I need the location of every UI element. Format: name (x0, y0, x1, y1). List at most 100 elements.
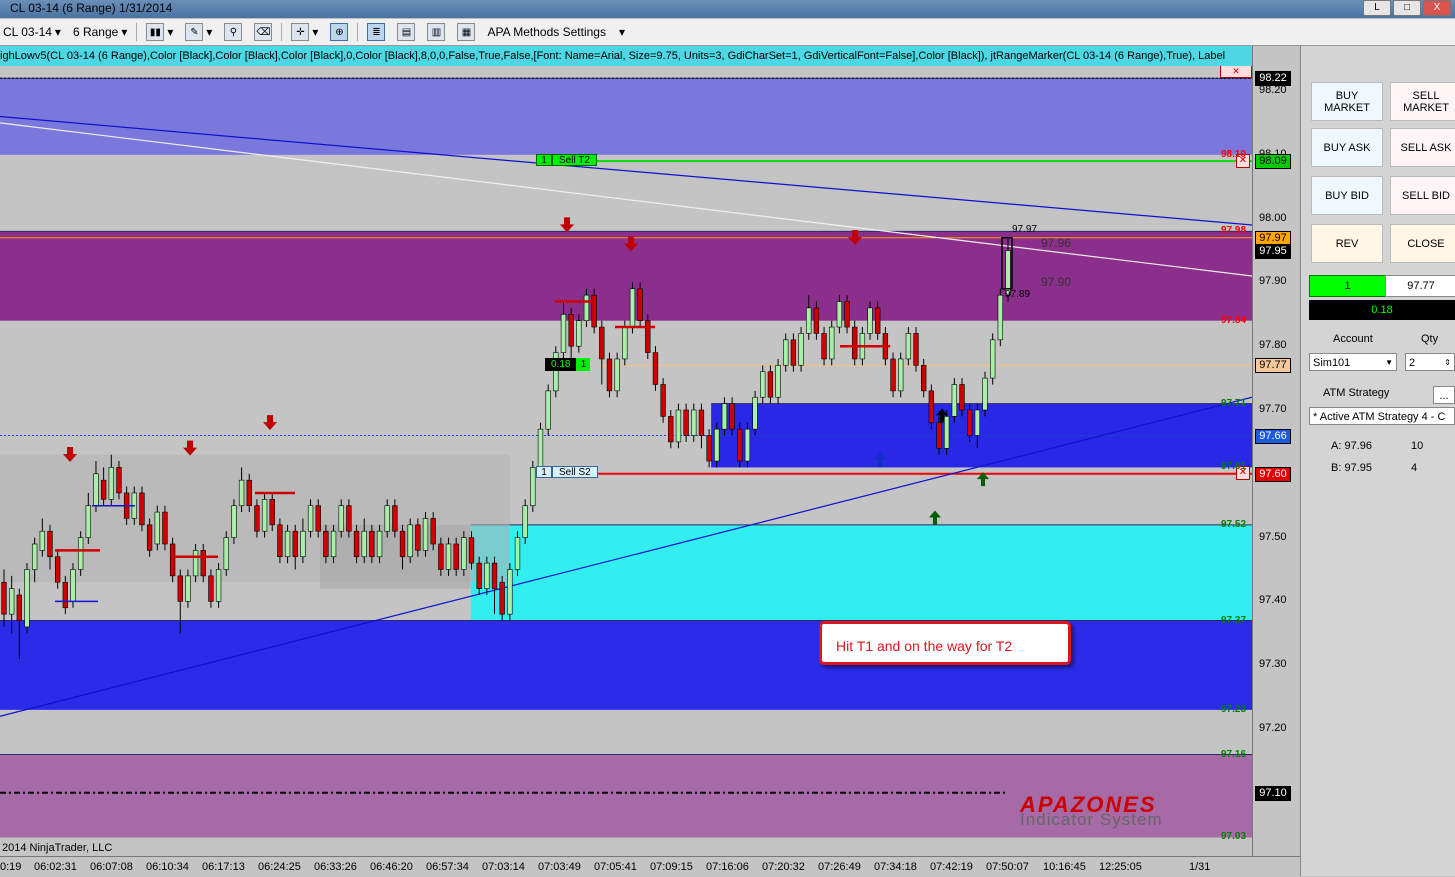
candle-body (499, 581, 505, 615)
candle-body (215, 569, 222, 602)
maximize-button[interactable]: □ (1393, 0, 1421, 16)
x-tick-label: 06:24:25 (258, 861, 301, 873)
candle-body (875, 307, 881, 334)
price-axis-tag: 97.60 (1255, 466, 1291, 482)
candle-body (139, 492, 145, 526)
candle-body (292, 530, 298, 558)
toolbar-divider (281, 23, 283, 41)
account-value: Sim101 (1313, 357, 1351, 369)
candle-body (438, 543, 444, 570)
pin-button[interactable]: ⚲ (221, 23, 245, 41)
chevron-down-icon: ▾ (121, 25, 128, 39)
candle-body (353, 530, 360, 558)
candle-body (361, 530, 367, 558)
zone-price-label: 97.71 (1221, 397, 1247, 409)
buy-ask-button[interactable]: BUY ASK (1311, 128, 1383, 167)
candle-body (951, 384, 958, 417)
sell-market-button[interactable]: SELL MARKET (1390, 82, 1455, 121)
period-label: 6 Range (72, 25, 119, 39)
candle-body (936, 422, 942, 449)
candle-body (415, 524, 421, 551)
buy-market-button[interactable]: BUY MARKET (1311, 82, 1383, 121)
atm-strategy-label: ATM Strategy (1323, 387, 1390, 399)
candle-body (790, 339, 797, 366)
candle-body (514, 537, 521, 570)
chart-toolbar: CL 03-14 ▾ 6 Range ▾ ▮▮ ▾ ✎ ▾ ⚲ ⌫ ✛ ▾ ⊕ ≣ ▤ ▥… (0, 19, 1455, 46)
candle-body (737, 428, 743, 462)
buy-bid-button[interactable]: BUY BID (1311, 176, 1383, 215)
order-qty: 1 (536, 466, 552, 478)
candle-body (384, 505, 390, 532)
chevron-down-icon: ▾ (54, 25, 61, 39)
close-position-button[interactable]: CLOSE (1390, 224, 1455, 263)
order-tag-sell-s2[interactable]: 1 Sell S2 (536, 466, 598, 478)
candle-body (890, 358, 896, 392)
eraser-button[interactable]: ⌫ (251, 23, 275, 41)
candle-body (629, 288, 636, 328)
candle-body (154, 511, 160, 545)
window-title-bar: CL 03-14 (6 Range) 1/31/2014 L □ X (0, 0, 1455, 18)
chevron-down-icon: ▼ (1385, 358, 1393, 367)
minimize-button[interactable]: L (1363, 0, 1391, 16)
candle-body (545, 390, 551, 430)
candle-body (568, 314, 574, 347)
candle-body (898, 358, 904, 392)
strategy-settings-dropdown[interactable]: APA Methods Settings ▾ (484, 25, 628, 39)
price-axis[interactable]: 98.2098.1098.0097.9097.8097.7097.6097.50… (1252, 46, 1299, 856)
position-avg-price: 97.77 (1385, 275, 1455, 297)
sell-ask-button[interactable]: SELL ASK (1390, 128, 1455, 167)
account-select[interactable]: Sim101 ▼ (1309, 353, 1397, 371)
chart-trader-button[interactable]: ▥ (424, 23, 448, 41)
time-axis[interactable]: 0:19 06:02:31 06:07:08 06:10:34 06:17:13 06:2… (0, 856, 1300, 877)
price-chart[interactable]: Hit T1 and on the way for T2 APAZONES In… (0, 66, 1252, 856)
pnl-value: 0.18 (545, 358, 577, 371)
zoom-button[interactable]: ⊕ (327, 23, 351, 41)
candle-body (806, 307, 812, 334)
order-entry-button[interactable]: ▤ (394, 23, 418, 41)
candle-body (315, 505, 321, 532)
candle-body (522, 505, 528, 538)
candle-body (330, 530, 337, 558)
y-tick-label: 97.50 (1259, 530, 1287, 543)
candle-body (691, 409, 697, 436)
candle-body (729, 403, 735, 430)
properties-button[interactable]: ≣ (364, 23, 388, 41)
order-tag-sell-t2[interactable]: 1 Sell T2 (536, 154, 597, 166)
bar-style-button[interactable]: ▮▮ ▾ (143, 23, 176, 41)
sell-bid-button[interactable]: SELL BID (1390, 176, 1455, 215)
atm-strategy-options-button[interactable]: ... (1433, 386, 1455, 404)
crosshair-button[interactable]: ✛ ▾ (288, 23, 321, 41)
chevron-down-icon: ▾ (618, 25, 625, 39)
candle-body (560, 314, 567, 353)
candle-body (116, 467, 122, 494)
close-window-button[interactable]: X (1423, 0, 1451, 16)
candle-body (169, 543, 176, 577)
candle-body (223, 537, 229, 570)
reverse-button[interactable]: REV (1311, 224, 1383, 263)
y-tick-label: 98.00 (1259, 211, 1287, 224)
candle-body (537, 428, 544, 468)
position-pnl-tag[interactable]: 0.18 1 (545, 358, 591, 371)
zone-band-0 (0, 78, 1252, 155)
instrument-selector[interactable]: CL 03-14 ▾ (0, 25, 64, 39)
candle-body (407, 524, 413, 558)
candle-body (576, 320, 582, 347)
x-tick-label: 06:10:34 (146, 861, 189, 873)
candle-body (989, 339, 996, 379)
draw-tool-button[interactable]: ✎ ▾ (182, 23, 215, 41)
annotation-text: Hit T1 and on the way for T2 (836, 638, 1013, 654)
data-box-button[interactable]: ▦ (454, 23, 478, 41)
candle-body (54, 556, 61, 583)
zone-price-label: 97.16 (1221, 748, 1247, 760)
buy-signal-arrow-icon (929, 510, 941, 525)
y-tick-label: 97.30 (1259, 658, 1287, 671)
cancel-order-top-button[interactable]: ✕ (1220, 66, 1252, 78)
zone-price-label: 97.37 (1221, 614, 1247, 626)
y-tick-label: 97.20 (1259, 722, 1287, 734)
qty-stepper[interactable]: 2 ⇕ (1405, 353, 1455, 371)
x-tick-label: 07:03:14 (482, 861, 525, 873)
candle-body (821, 333, 827, 360)
copyright-text: 2014 NinjaTrader, LLC (2, 842, 113, 854)
period-selector[interactable]: 6 Range ▾ (70, 25, 130, 39)
atm-strategy-select[interactable]: * Active ATM Strategy 4 - C (1309, 407, 1455, 425)
